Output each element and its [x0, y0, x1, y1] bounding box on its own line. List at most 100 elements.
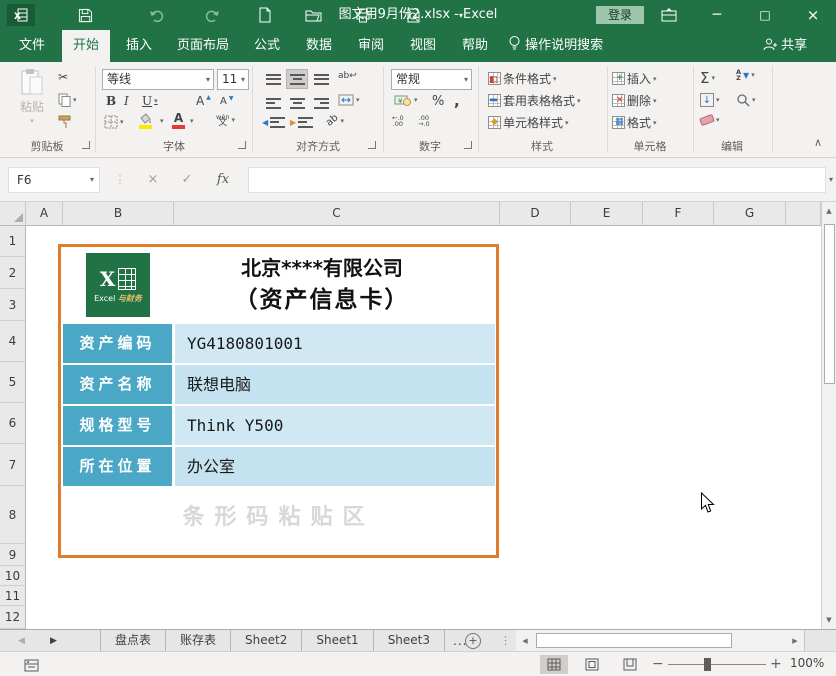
font-color-dropdown[interactable]: ▾: [190, 117, 194, 125]
align-left-button[interactable]: [262, 93, 284, 113]
scroll-right-button[interactable]: ▶: [788, 633, 802, 648]
scroll-down-button[interactable]: ▼: [822, 611, 836, 629]
print-preview-button[interactable]: [402, 6, 424, 24]
cancel-button[interactable]: ×: [142, 167, 164, 193]
align-middle-button[interactable]: [286, 69, 308, 89]
open-button[interactable]: [302, 6, 324, 24]
new-sheet-button[interactable]: +: [465, 633, 481, 649]
decrease-indent-button[interactable]: ◀: [262, 117, 285, 128]
borders-button[interactable]: ▾: [104, 115, 124, 129]
sheet-tab-sheet3[interactable]: Sheet3: [374, 630, 445, 652]
increase-indent-button[interactable]: ▶: [290, 117, 313, 128]
tab-view[interactable]: 视图: [400, 30, 446, 62]
tab-help[interactable]: 帮助: [452, 30, 498, 62]
row-header-1[interactable]: 1: [0, 226, 25, 257]
redo-button[interactable]: [200, 6, 222, 24]
customize-qat-button[interactable]: ▾: [450, 6, 472, 24]
page-layout-view-button[interactable]: [578, 655, 606, 674]
formula-input[interactable]: [248, 167, 826, 193]
number-dialog-launcher[interactable]: [464, 141, 472, 149]
name-box-splitter[interactable]: ⋮: [114, 167, 126, 193]
row-header-11[interactable]: 11: [0, 586, 25, 606]
ribbon-display-options-button[interactable]: [652, 0, 686, 30]
format-painter-button[interactable]: [58, 115, 72, 129]
decrease-decimal-button[interactable]: .00→.0: [418, 115, 430, 127]
horizontal-scrollbar[interactable]: ◀ ▶: [516, 630, 820, 652]
row-header-9[interactable]: 9: [0, 544, 25, 566]
sheet-tab-sheet1[interactable]: Sheet1: [302, 630, 373, 652]
bold-button[interactable]: B: [106, 94, 116, 108]
column-header-d[interactable]: D: [500, 202, 571, 226]
name-box[interactable]: F6 ▾: [8, 167, 100, 193]
tell-me-search[interactable]: 操作说明搜索: [508, 30, 603, 62]
insert-function-button[interactable]: fx: [210, 167, 236, 193]
tab-insert[interactable]: 插入: [116, 30, 162, 62]
tab-data[interactable]: 数据: [296, 30, 342, 62]
fill-color-button[interactable]: [138, 113, 152, 129]
alignment-dialog-launcher[interactable]: [368, 141, 376, 149]
sheet-tab-zhangcunbiao[interactable]: 账存表: [166, 630, 231, 652]
row-header-3[interactable]: 3: [0, 289, 25, 321]
sign-in-button[interactable]: 登录: [596, 6, 644, 24]
row-header-6[interactable]: 6: [0, 403, 25, 444]
sheet-scroll-right-button[interactable]: ▶: [50, 630, 57, 652]
phonetic-guide-button[interactable]: wén文 ▾: [216, 114, 235, 126]
format-as-table-button[interactable]: ▂ 套用表格格式 ▾: [488, 92, 581, 109]
row-header-5[interactable]: 5: [0, 362, 25, 403]
quick-print-button[interactable]: [352, 6, 374, 24]
column-header-a[interactable]: A: [26, 202, 63, 226]
tab-formulas[interactable]: 公式: [244, 30, 290, 62]
excel-app-icon[interactable]: X: [7, 4, 35, 26]
zoom-slider-track[interactable]: [668, 664, 766, 665]
sheet-tab-sheet2[interactable]: Sheet2: [231, 630, 302, 652]
tabbar-options[interactable]: ⋮: [500, 630, 511, 652]
merge-center-button[interactable]: ▾: [338, 94, 360, 106]
scroll-left-button[interactable]: ◀: [518, 633, 532, 648]
cut-button[interactable]: ✂: [58, 70, 68, 84]
collapse-ribbon-button[interactable]: ∧: [814, 136, 822, 149]
fill-button[interactable]: ↓ ▾: [700, 93, 720, 107]
accounting-format-button[interactable]: ¥ ▾: [394, 94, 418, 106]
sort-filter-button[interactable]: AZ ▼ ▾: [736, 69, 755, 81]
underline-button[interactable]: U▾: [142, 94, 158, 108]
zoom-out-button[interactable]: −: [652, 655, 664, 673]
tab-review[interactable]: 审阅: [348, 30, 394, 62]
zoom-in-button[interactable]: +: [770, 655, 782, 673]
increase-decimal-button[interactable]: ←.0.00: [392, 115, 404, 127]
scroll-up-button[interactable]: ▲: [822, 202, 836, 220]
horizontal-scroll-thumb[interactable]: [536, 633, 732, 648]
column-header-g[interactable]: G: [714, 202, 786, 226]
comma-style-button[interactable]: ,: [454, 92, 460, 110]
maximize-button[interactable]: □: [748, 0, 782, 30]
row-header-4[interactable]: 4: [0, 321, 25, 362]
macro-record-button[interactable]: [24, 657, 39, 676]
column-header-b[interactable]: B: [63, 202, 174, 226]
number-format-combo[interactable]: 常规▾: [391, 69, 472, 90]
fill-color-dropdown[interactable]: ▾: [160, 117, 164, 125]
insert-cells-button[interactable]: + 插入 ▾: [612, 70, 657, 87]
zoom-level[interactable]: 100%: [790, 656, 824, 670]
vertical-scrollbar[interactable]: ▲ ▼: [821, 202, 836, 629]
clear-button[interactable]: ▾: [700, 116, 720, 124]
shrink-font-button[interactable]: A▼: [220, 96, 233, 107]
percent-style-button[interactable]: %: [432, 94, 444, 109]
close-button[interactable]: ×: [796, 0, 830, 30]
row-header-12[interactable]: 12: [0, 606, 25, 629]
row-header-7[interactable]: 7: [0, 444, 25, 486]
italic-button[interactable]: I: [124, 94, 129, 108]
format-cells-button[interactable]: ▦ 格式 ▾: [612, 114, 657, 131]
copy-button[interactable]: ▾: [58, 93, 77, 107]
delete-cells-button[interactable]: × 删除 ▾: [612, 92, 657, 109]
font-size-combo[interactable]: 11▾: [217, 69, 249, 90]
save-button[interactable]: [74, 6, 96, 24]
zoom-slider-handle[interactable]: [704, 658, 711, 671]
wrap-text-button[interactable]: ab↩: [338, 71, 357, 81]
tab-file[interactable]: 文件: [8, 30, 56, 62]
align-top-button[interactable]: [262, 69, 284, 89]
column-header-c[interactable]: C: [174, 202, 500, 226]
minimize-button[interactable]: ─: [700, 0, 734, 30]
find-select-button[interactable]: ▾: [736, 93, 756, 107]
new-document-button[interactable]: [254, 6, 276, 24]
column-header-e[interactable]: E: [571, 202, 643, 226]
clipboard-dialog-launcher[interactable]: [82, 141, 90, 149]
